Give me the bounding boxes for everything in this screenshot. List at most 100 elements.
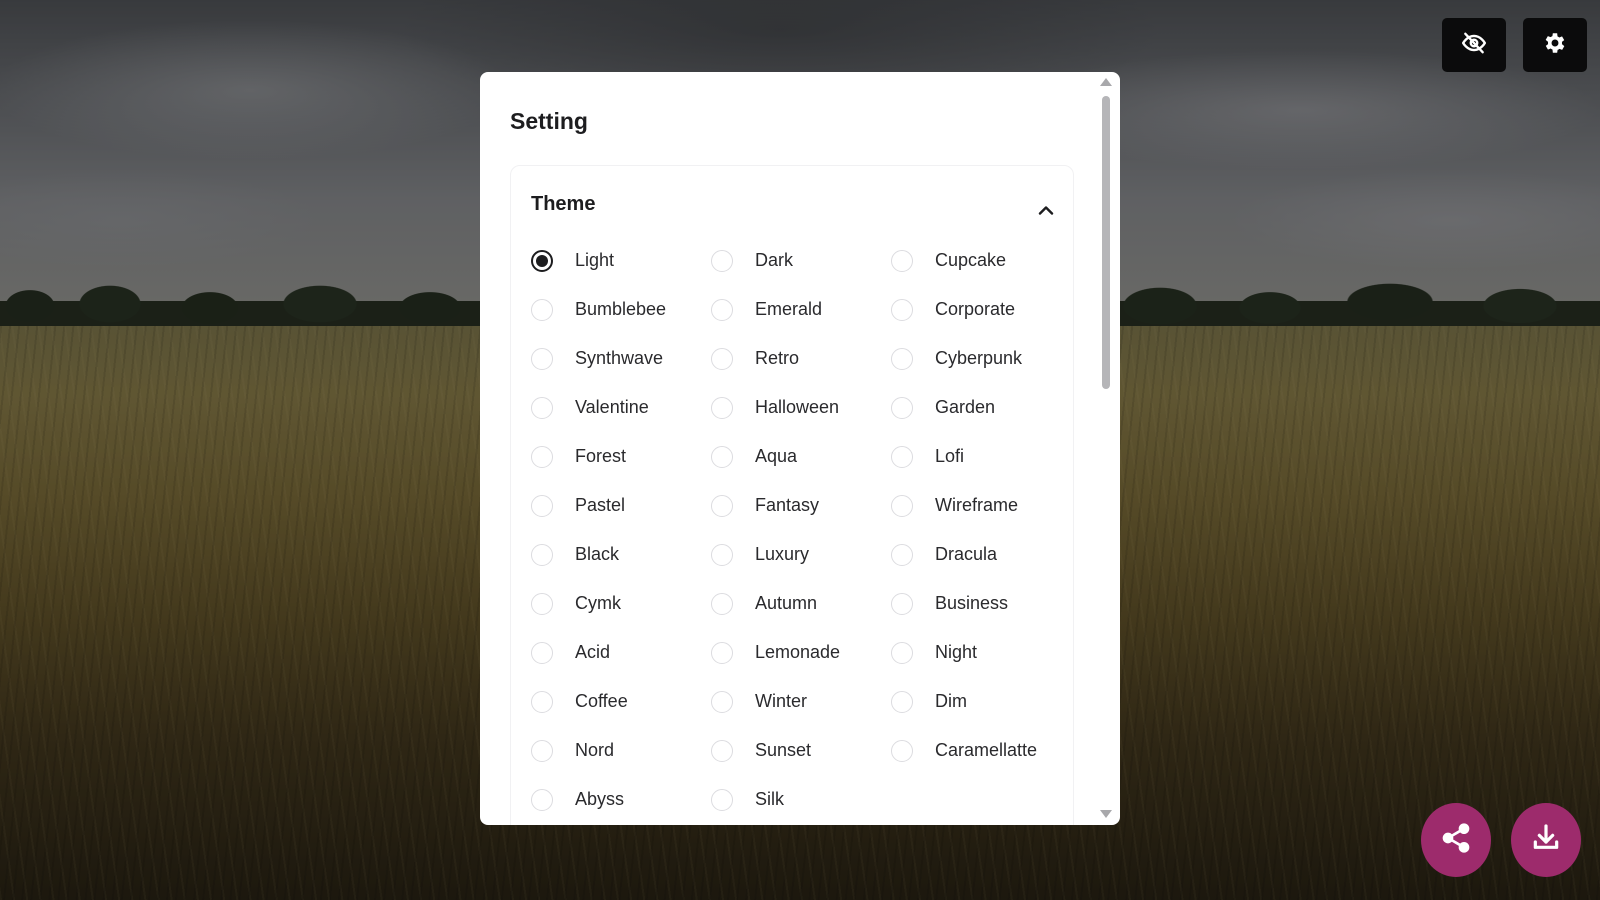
theme-radio[interactable] xyxy=(711,298,733,321)
theme-option-label: Cupcake xyxy=(935,250,1007,270)
theme-option-corporate[interactable]: Corporate xyxy=(891,285,1071,334)
theme-option-label: Abyss xyxy=(575,789,625,809)
theme-radio[interactable] xyxy=(531,396,553,419)
theme-radio[interactable] xyxy=(531,543,553,566)
theme-radio[interactable] xyxy=(891,396,913,419)
theme-option-synthwave[interactable]: Synthwave xyxy=(531,334,711,383)
theme-radio[interactable] xyxy=(891,298,913,321)
theme-option-label: Bumblebee xyxy=(575,299,667,319)
theme-radio[interactable] xyxy=(531,690,553,713)
theme-radio[interactable] xyxy=(531,739,553,762)
theme-option-emerald[interactable]: Emerald xyxy=(711,285,891,334)
theme-radio[interactable] xyxy=(531,249,553,272)
theme-radio[interactable] xyxy=(891,739,913,762)
theme-radio[interactable] xyxy=(891,690,913,713)
theme-radio[interactable] xyxy=(531,592,553,615)
theme-option-luxury[interactable]: Luxury xyxy=(711,530,891,579)
theme-radio[interactable] xyxy=(711,347,733,370)
theme-option-business[interactable]: Business xyxy=(891,579,1071,628)
theme-radio[interactable] xyxy=(711,494,733,517)
theme-radio[interactable] xyxy=(711,739,733,762)
theme-options: Light Dark Cupcake Bumblebee Emerald Corporat… xyxy=(531,236,1071,824)
theme-option-label: Acid xyxy=(575,642,611,662)
modal-scrollbar[interactable] xyxy=(1092,72,1120,825)
theme-radio[interactable] xyxy=(891,347,913,370)
theme-option-lemonade[interactable]: Lemonade xyxy=(711,628,891,677)
hide-ui-button[interactable] xyxy=(1442,18,1506,72)
theme-option-coffee[interactable]: Coffee xyxy=(531,677,711,726)
theme-option-winter[interactable]: Winter xyxy=(711,677,891,726)
theme-option-wireframe[interactable]: Wireframe xyxy=(891,481,1071,530)
theme-option-sunset[interactable]: Sunset xyxy=(711,726,891,775)
theme-option-label: Aqua xyxy=(755,446,798,466)
theme-radio[interactable] xyxy=(531,494,553,517)
theme-option-retro[interactable]: Retro xyxy=(711,334,891,383)
theme-option-night[interactable]: Night xyxy=(891,628,1071,677)
settings-modal-content: Setting Theme Light Dark Cupcake Bumblebee E… xyxy=(480,72,1092,825)
theme-option-label: Pastel xyxy=(575,495,626,515)
download-icon xyxy=(1530,822,1562,859)
theme-option-light[interactable]: Light xyxy=(531,236,711,285)
theme-radio[interactable] xyxy=(711,445,733,468)
theme-option-label: Cyberpunk xyxy=(935,348,1023,368)
theme-radio[interactable] xyxy=(531,641,553,664)
theme-radio[interactable] xyxy=(531,788,553,811)
theme-option-label: Wireframe xyxy=(935,495,1019,515)
theme-radio[interactable] xyxy=(891,445,913,468)
app-screen: Setting Theme Light Dark Cupcake Bumblebee E… xyxy=(0,0,1600,900)
share-button[interactable] xyxy=(1421,803,1491,877)
scroll-up-arrow-icon[interactable] xyxy=(1100,78,1112,86)
theme-option-cymk[interactable]: Cymk xyxy=(531,579,711,628)
theme-option-label: Dim xyxy=(935,691,967,711)
theme-option-fantasy[interactable]: Fantasy xyxy=(711,481,891,530)
theme-option-cupcake[interactable]: Cupcake xyxy=(891,236,1071,285)
theme-option-black[interactable]: Black xyxy=(531,530,711,579)
theme-option-label: Synthwave xyxy=(575,348,664,368)
theme-radio[interactable] xyxy=(891,543,913,566)
theme-option-bumblebee[interactable]: Bumblebee xyxy=(531,285,711,334)
scrollbar-thumb[interactable] xyxy=(1102,96,1110,389)
download-button[interactable] xyxy=(1511,803,1581,877)
theme-option-label: Winter xyxy=(755,691,808,711)
theme-option-silk[interactable]: Silk xyxy=(711,775,891,824)
theme-radio[interactable] xyxy=(711,543,733,566)
theme-option-halloween[interactable]: Halloween xyxy=(711,383,891,432)
theme-option-label: Emerald xyxy=(755,299,823,319)
theme-option-dim[interactable]: Dim xyxy=(891,677,1071,726)
theme-option-aqua[interactable]: Aqua xyxy=(711,432,891,481)
theme-radio[interactable] xyxy=(711,641,733,664)
theme-option-autumn[interactable]: Autumn xyxy=(711,579,891,628)
theme-option-label: Luxury xyxy=(755,544,810,564)
theme-panel-toggle[interactable]: Theme xyxy=(511,166,1073,242)
theme-option-cyberpunk[interactable]: Cyberpunk xyxy=(891,334,1071,383)
theme-option-lofi[interactable]: Lofi xyxy=(891,432,1071,481)
theme-option-label: Valentine xyxy=(575,397,649,417)
theme-option-acid[interactable]: Acid xyxy=(531,628,711,677)
theme-radio[interactable] xyxy=(711,788,733,811)
theme-radio[interactable] xyxy=(891,592,913,615)
theme-radio[interactable] xyxy=(891,641,913,664)
theme-option-forest[interactable]: Forest xyxy=(531,432,711,481)
theme-option-label: Fantasy xyxy=(755,495,820,515)
theme-option-garden[interactable]: Garden xyxy=(891,383,1071,432)
theme-radio[interactable] xyxy=(711,592,733,615)
theme-radio[interactable] xyxy=(531,347,553,370)
theme-panel-title: Theme xyxy=(531,193,596,215)
settings-button[interactable] xyxy=(1523,18,1587,72)
theme-option-pastel[interactable]: Pastel xyxy=(531,481,711,530)
scroll-down-arrow-icon[interactable] xyxy=(1100,810,1112,818)
theme-radio[interactable] xyxy=(891,494,913,517)
theme-option-abyss[interactable]: Abyss xyxy=(531,775,711,824)
theme-option-valentine[interactable]: Valentine xyxy=(531,383,711,432)
theme-radio[interactable] xyxy=(531,298,553,321)
theme-radio[interactable] xyxy=(711,249,733,272)
theme-radio[interactable] xyxy=(531,445,553,468)
theme-option-dark[interactable]: Dark xyxy=(711,236,891,285)
theme-radio[interactable] xyxy=(711,396,733,419)
theme-option-label: Garden xyxy=(935,397,996,417)
theme-option-nord[interactable]: Nord xyxy=(531,726,711,775)
theme-radio[interactable] xyxy=(891,249,913,272)
theme-radio[interactable] xyxy=(711,690,733,713)
theme-option-dracula[interactable]: Dracula xyxy=(891,530,1071,579)
theme-option-caramellatte[interactable]: Caramellatte xyxy=(891,726,1071,775)
